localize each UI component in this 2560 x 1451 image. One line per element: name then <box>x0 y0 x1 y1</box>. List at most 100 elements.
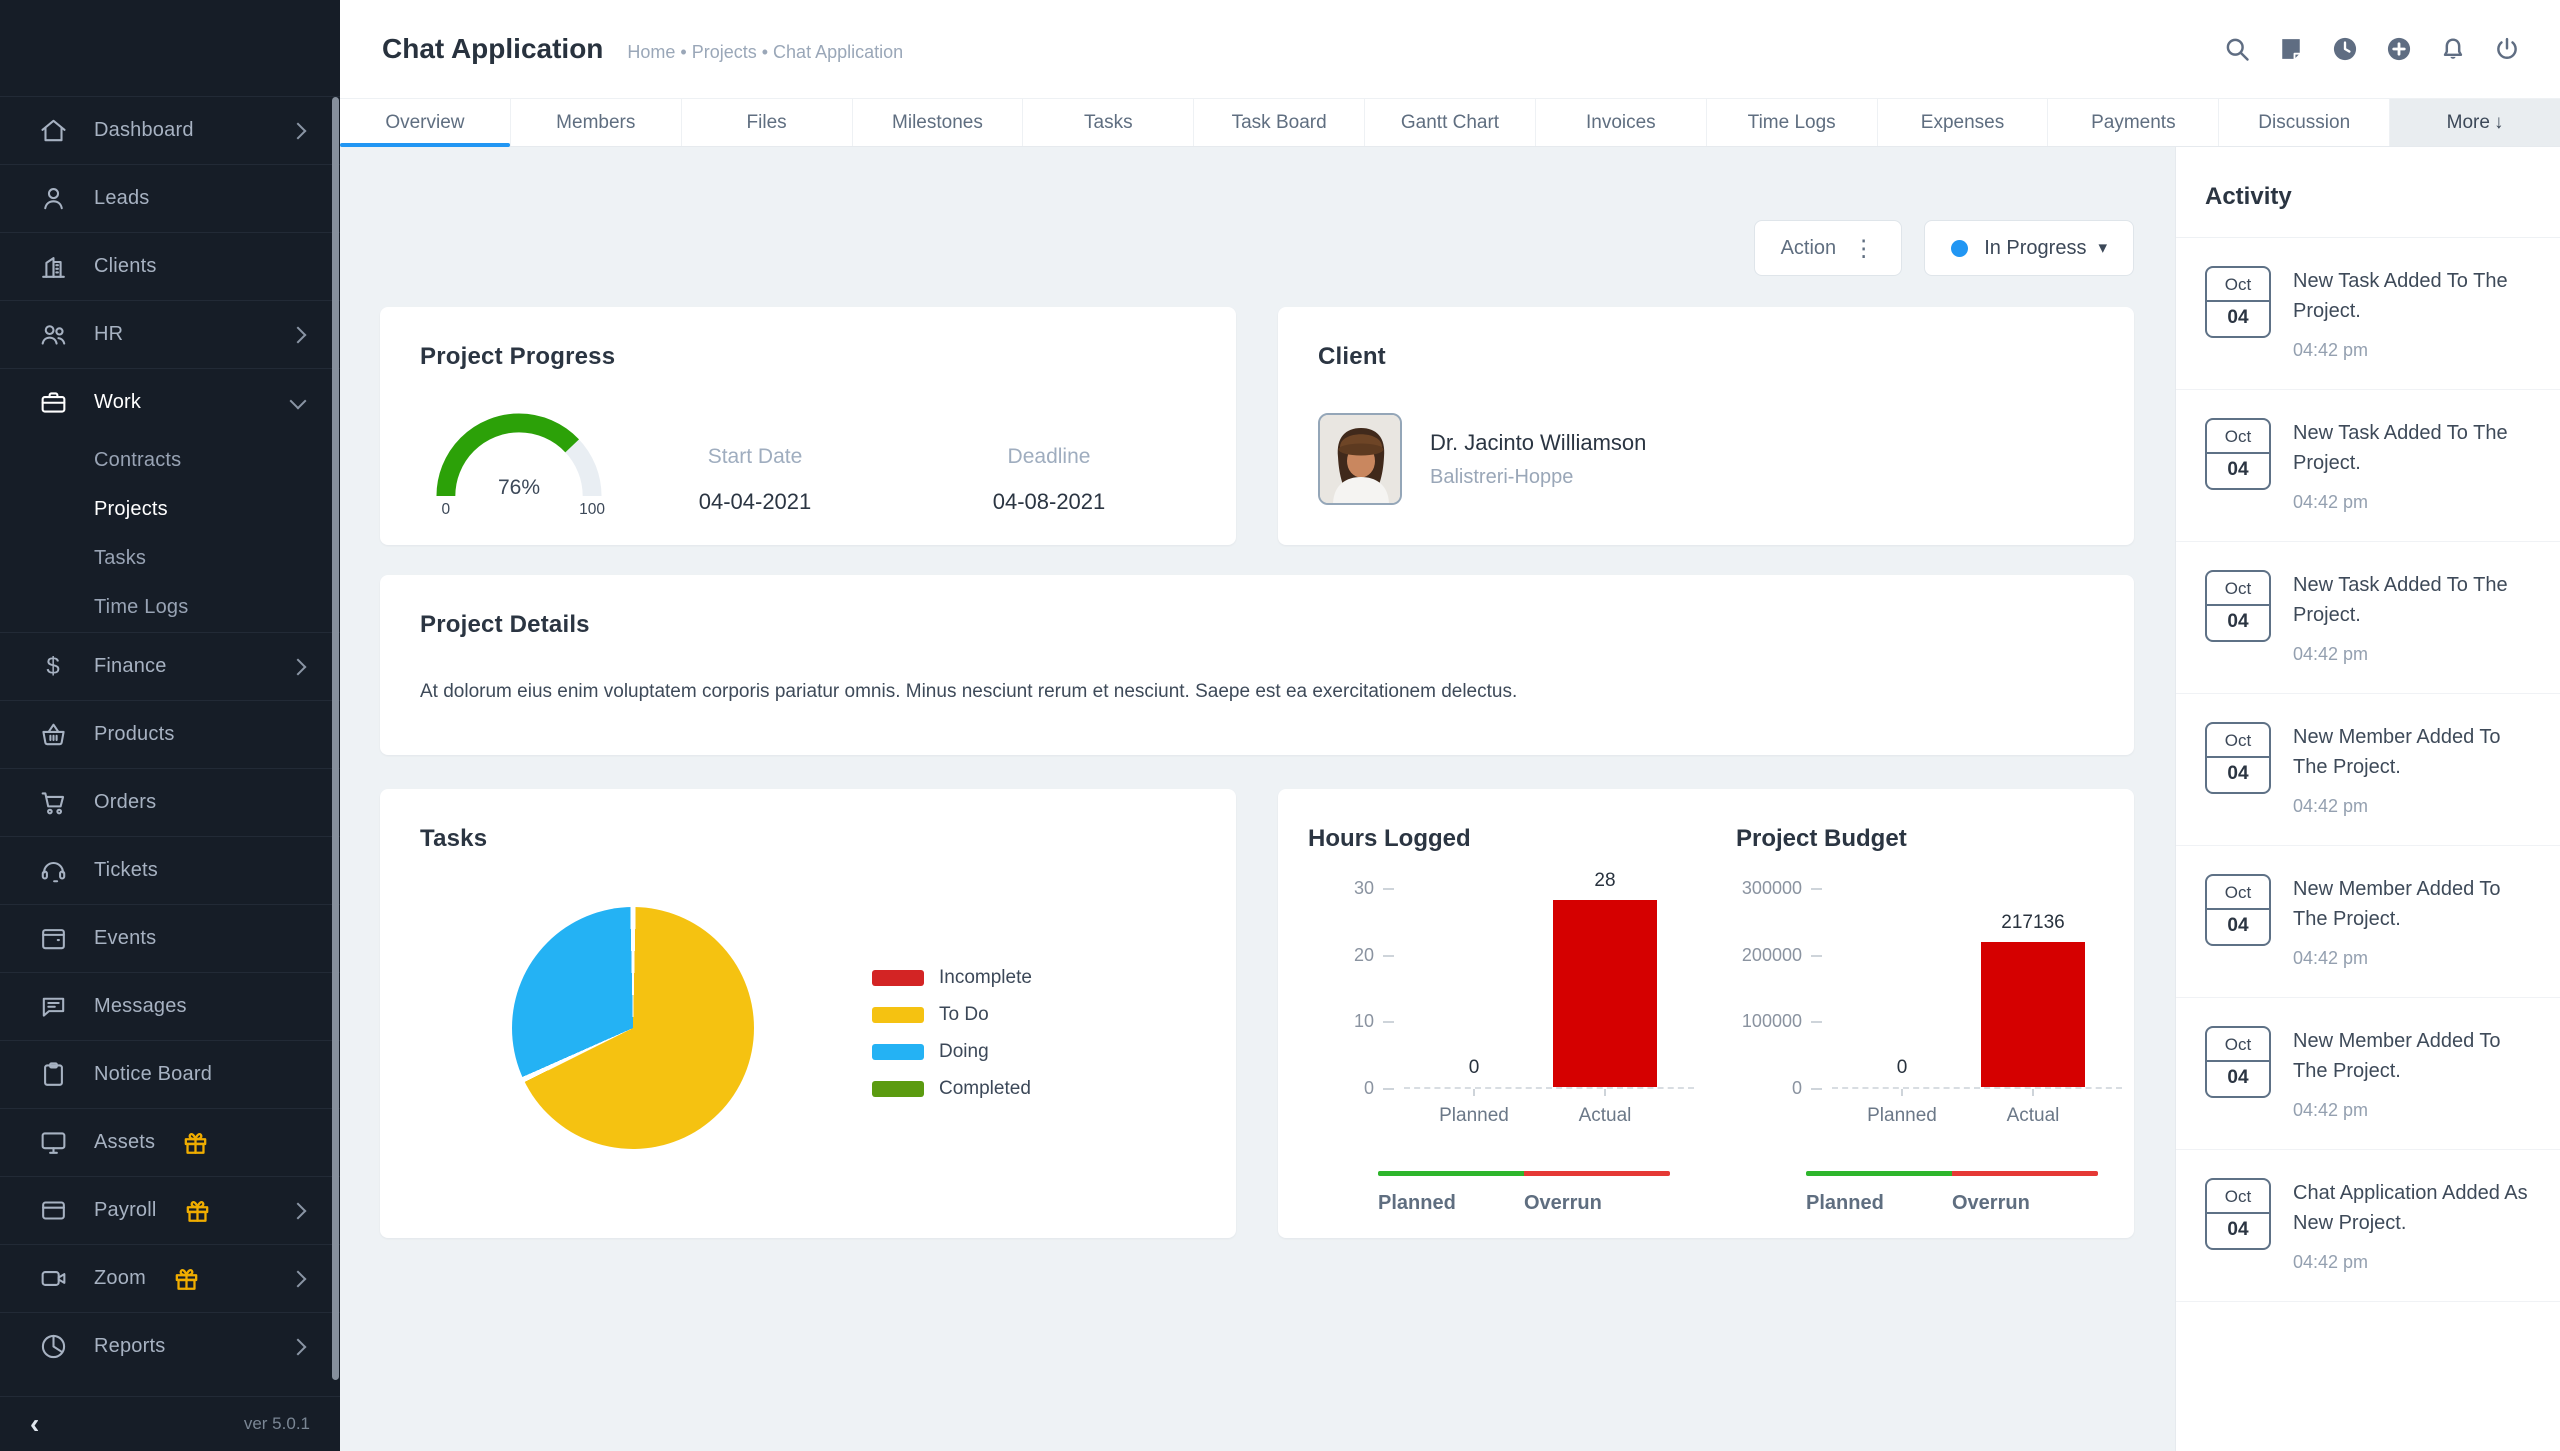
activity-content: New Task Added To The Project.04:42 pm <box>2293 418 2536 513</box>
notifications-icon[interactable] <box>2426 22 2480 76</box>
sidebar-item-events[interactable]: Events <box>0 904 340 972</box>
chart-x-axis: PlannedActual <box>1832 1105 2122 1131</box>
client-company: Balistreri-Hoppe <box>1430 466 1646 489</box>
status-dropdown[interactable]: In Progress ▾ <box>1924 220 2134 276</box>
activity-month: Oct <box>2207 724 2269 758</box>
y-tick-label: 0 <box>1792 1078 1802 1099</box>
sidebar-item-label: Tasks <box>94 547 146 570</box>
activity-time: 04:42 pm <box>2293 948 2536 969</box>
legend-item-to-do: To Do <box>872 1004 1032 1026</box>
chart-title: Hours Logged <box>1308 825 1706 853</box>
sidebar-scrollbar[interactable] <box>332 97 339 1380</box>
activity-content: New Member Added To The Project.04:42 pm <box>2293 1026 2536 1121</box>
y-tick-mark <box>1811 1021 1822 1023</box>
sidebar-item-orders[interactable]: Orders <box>0 768 340 836</box>
chevron-right-icon <box>290 1270 307 1287</box>
logout-icon[interactable] <box>2480 22 2534 76</box>
legend-labels: PlannedOverrun <box>1806 1192 2098 1215</box>
activity-item: Oct04New Task Added To The Project.04:42… <box>2176 390 2560 542</box>
tab-label: Discussion <box>2258 112 2350 134</box>
activity-text: Chat Application Added As New Project. <box>2293 1178 2536 1238</box>
sidebar-item-label: Finance <box>94 655 167 678</box>
video-icon <box>36 1262 70 1296</box>
client-card: Client <box>1278 307 2134 545</box>
activity-item: Oct04New Member Added To The Project.04:… <box>2176 694 2560 846</box>
sidebar-item-label: Time Logs <box>94 596 188 619</box>
tab-time-logs[interactable]: Time Logs <box>1706 99 1877 146</box>
y-tick-label: 200000 <box>1742 945 1802 966</box>
sidebar-item-messages[interactable]: Messages <box>0 972 340 1040</box>
sidebar-item-finance[interactable]: $Finance <box>0 632 340 700</box>
bar-actual <box>1553 900 1657 1087</box>
sidebar-item-reports[interactable]: Reports <box>0 1312 340 1380</box>
legend-labels: PlannedOverrun <box>1378 1192 1670 1215</box>
sidebar-item-projects[interactable]: Projects <box>0 485 340 534</box>
activity-item: Oct04 Chat Application Added As New Proje… <box>2176 1150 2560 1302</box>
sidebar-item-dashboard[interactable]: Dashboard <box>0 96 340 164</box>
sidebar-footer: ‹ ver 5.0.1 <box>0 1396 340 1451</box>
sidebar-item-payroll[interactable]: Payroll <box>0 1176 340 1244</box>
y-tick-label: 30 <box>1354 878 1374 899</box>
add-icon[interactable] <box>2372 22 2426 76</box>
tab-discussion[interactable]: Discussion <box>2218 99 2389 146</box>
activity-date-badge: Oct04 <box>2205 1178 2271 1250</box>
tab-gantt-chart[interactable]: Gantt Chart <box>1364 99 1535 146</box>
activity-title: Activity <box>2176 147 2560 238</box>
y-tick-mark <box>1383 888 1394 890</box>
sidebar-item-time-logs[interactable]: Time Logs <box>0 583 340 632</box>
notes-icon[interactable] <box>2264 22 2318 76</box>
briefcase-icon <box>36 386 70 420</box>
activity-text: New Task Added To The Project. <box>2293 418 2536 478</box>
tab-overview[interactable]: Overview <box>340 99 510 146</box>
sidebar-item-hr[interactable]: HR <box>0 300 340 368</box>
action-button[interactable]: Action ⋮ <box>1754 220 1903 276</box>
sidebar-item-clients[interactable]: Clients <box>0 232 340 300</box>
sidebar-item-zoom[interactable]: Zoom <box>0 1244 340 1312</box>
bar-value-label: 0 <box>1422 1057 1526 1079</box>
main-content: Action ⋮ In Progress ▾ Project Progress <box>340 147 2175 1451</box>
tab-more[interactable]: More↓ <box>2389 99 2560 146</box>
y-tick-mark <box>1383 1088 1394 1090</box>
sidebar-item-products[interactable]: Products <box>0 700 340 768</box>
client-avatar <box>1318 413 1402 505</box>
sidebar-collapse-icon[interactable]: ‹ <box>30 1410 39 1438</box>
sidebar-item-contracts[interactable]: Contracts <box>0 436 340 485</box>
activity-content: New Task Added To The Project.04:42 pm <box>2293 570 2536 665</box>
tab-label: More <box>2447 112 2490 134</box>
legend-label: Completed <box>939 1078 1031 1100</box>
tab-members[interactable]: Members <box>510 99 681 146</box>
sidebar-item-tasks[interactable]: Tasks <box>0 534 340 583</box>
activity-item: Oct04New Task Added To The Project.04:42… <box>2176 238 2560 390</box>
tab-tasks[interactable]: Tasks <box>1022 99 1193 146</box>
activity-date-badge: Oct04 <box>2205 266 2271 338</box>
sidebar-logo-area <box>0 0 340 96</box>
tab-invoices[interactable]: Invoices <box>1535 99 1706 146</box>
sidebar-item-work[interactable]: Work <box>0 368 340 436</box>
chart-x-axis: PlannedActual <box>1404 1105 1694 1131</box>
sidebar-item-notice-board[interactable]: Notice Board <box>0 1040 340 1108</box>
chart-plot: 0217136 <box>1832 889 2122 1089</box>
activity-day: 04 <box>2207 302 2269 336</box>
tab-task-board[interactable]: Task Board <box>1193 99 1364 146</box>
bar-value-label: 28 <box>1553 870 1657 892</box>
y-tick-mark <box>1811 1088 1822 1090</box>
sidebar-item-leads[interactable]: Leads <box>0 164 340 232</box>
sidebar-item-label: Payroll <box>94 1199 157 1222</box>
tab-milestones[interactable]: Milestones <box>852 99 1023 146</box>
status-dot-icon <box>1951 240 1968 257</box>
y-tick-label: 0 <box>1364 1078 1374 1099</box>
sidebar-item-assets[interactable]: Assets <box>0 1108 340 1176</box>
tab-expenses[interactable]: Expenses <box>1877 99 2048 146</box>
search-icon[interactable] <box>2210 22 2264 76</box>
legend-line-planned <box>1378 1171 1524 1176</box>
clock-icon[interactable] <box>2318 22 2372 76</box>
sidebar-item-tickets[interactable]: Tickets <box>0 836 340 904</box>
tab-files[interactable]: Files <box>681 99 852 146</box>
activity-date-badge: Oct04 <box>2205 570 2271 642</box>
activity-panel: Activity Oct04New Task Added To The Proj… <box>2175 147 2560 1451</box>
activity-time: 04:42 pm <box>2293 1100 2536 1121</box>
tab-payments[interactable]: Payments <box>2047 99 2218 146</box>
activity-month: Oct <box>2207 876 2269 910</box>
gift-icon <box>181 1128 210 1157</box>
legend-swatch <box>872 1044 924 1060</box>
